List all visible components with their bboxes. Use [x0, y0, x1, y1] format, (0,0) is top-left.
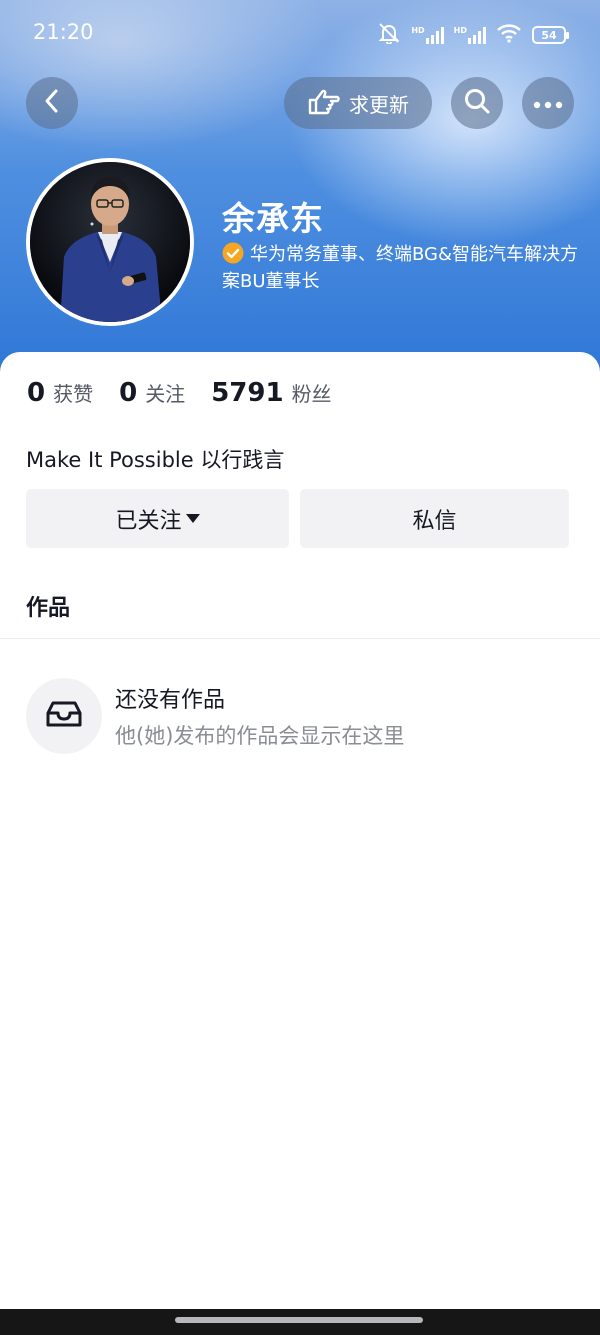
- profile-name: 余承东: [222, 199, 324, 238]
- signal-2: HD: [454, 26, 486, 44]
- pointing-hand-icon: [307, 86, 341, 121]
- tab-divider: [0, 638, 600, 639]
- stat-likes-value: 0: [27, 378, 46, 408]
- chevron-left-icon: [41, 88, 63, 118]
- hd-label-2: HD: [453, 26, 467, 35]
- profile-bio: Make It Possible 以行践言: [26, 448, 285, 472]
- stat-followers-value: 5791: [211, 378, 284, 408]
- avatar-portrait: [30, 162, 190, 322]
- message-button-label: 私信: [412, 508, 457, 534]
- status-icons: HD HD 54: [377, 22, 569, 48]
- profile-title: 华为常务董事、终端BG&智能汽车解决方案BU董事长: [222, 244, 579, 292]
- status-bar: 21:20 HD HD 54: [0, 0, 600, 70]
- search-button[interactable]: [451, 77, 503, 129]
- search-icon: [463, 87, 491, 119]
- signal-bars-icon: [425, 26, 444, 44]
- stat-following-value: 0: [119, 378, 138, 408]
- home-indicator[interactable]: [175, 1317, 423, 1323]
- inbox-icon: [45, 699, 83, 733]
- more-icon: [533, 94, 563, 113]
- battery-level: 54: [541, 28, 557, 42]
- battery-icon: 54: [532, 26, 569, 44]
- request-update-label: 求更新: [349, 92, 409, 117]
- mute-icon: [377, 22, 401, 48]
- following-button-label: 已关注: [115, 508, 182, 534]
- stat-followers-label: 粉丝: [291, 382, 332, 406]
- signal-1: HD: [411, 26, 444, 44]
- back-button[interactable]: [26, 77, 78, 129]
- empty-state-title: 还没有作品: [115, 688, 226, 713]
- stat-followers[interactable]: 5791 粉丝: [211, 378, 331, 408]
- empty-state-description: 他(她)发布的作品会显示在这里: [115, 724, 405, 748]
- request-update-button[interactable]: 求更新: [284, 77, 432, 129]
- empty-state-icon-container: [26, 678, 102, 754]
- stat-following[interactable]: 0 关注: [119, 378, 185, 408]
- status-time: 21:20: [33, 20, 94, 44]
- stat-likes-label: 获赞: [53, 382, 94, 406]
- profile-screen: 21:20 HD HD 54 求更新 余承东 华为常务董事、终端BG&智能汽车解…: [0, 0, 600, 1335]
- wifi-icon: [496, 23, 522, 47]
- signal-bars-icon: [468, 26, 486, 44]
- tab-works[interactable]: 作品: [26, 590, 70, 622]
- message-button[interactable]: 私信: [300, 489, 569, 548]
- caret-down-icon: [185, 514, 200, 523]
- stats-row: 0 获赞 0 关注 5791 粉丝: [27, 378, 358, 412]
- stat-likes[interactable]: 0 获赞: [27, 378, 93, 408]
- avatar[interactable]: [26, 158, 194, 326]
- more-button[interactable]: [522, 77, 574, 129]
- following-button[interactable]: 已关注: [26, 489, 289, 548]
- stat-following-label: 关注: [145, 382, 186, 406]
- hd-label: HD: [411, 26, 425, 35]
